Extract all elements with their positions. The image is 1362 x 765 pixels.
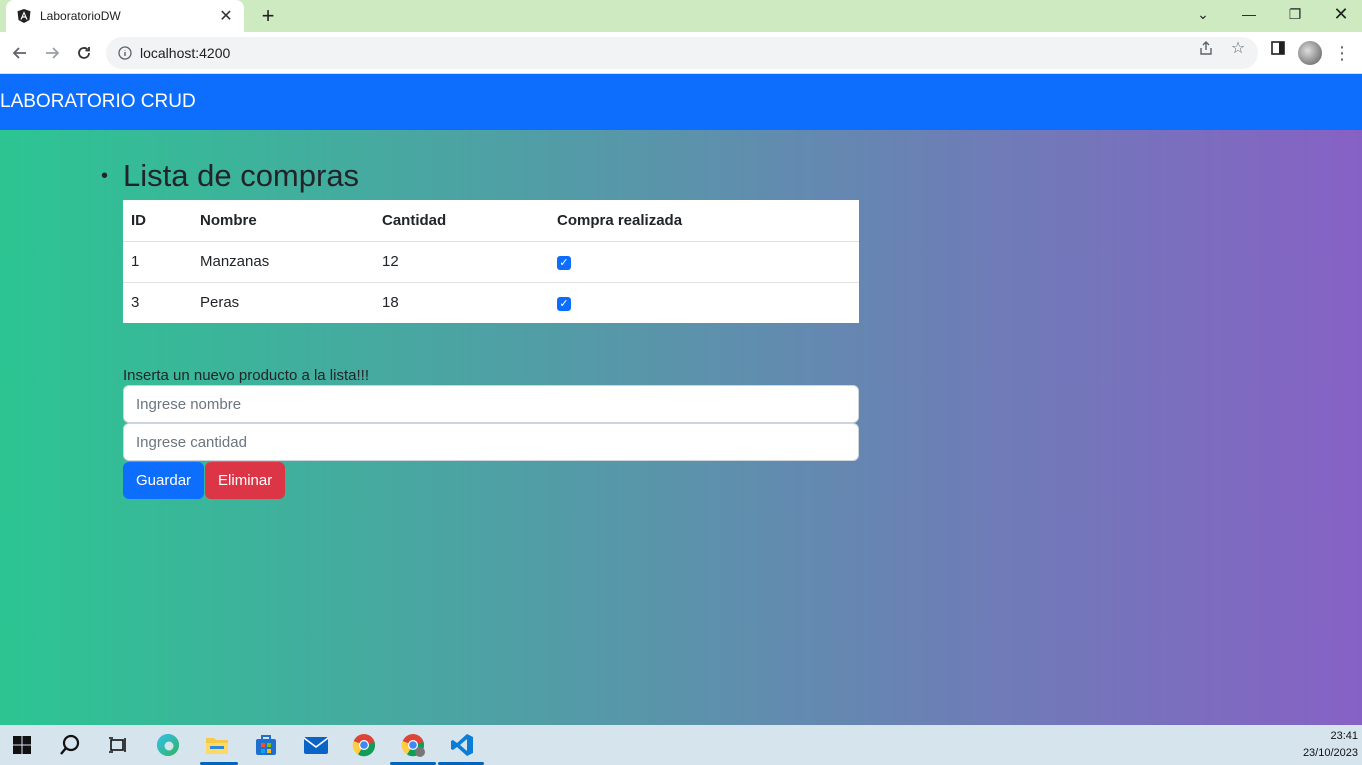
forward-arrow-icon[interactable] [38, 39, 66, 67]
bookmark-star-icon[interactable]: ☆ [1224, 39, 1252, 57]
system-clock[interactable]: 23:41 23/10/2023 [1303, 728, 1358, 762]
browser-tab[interactable]: LaboratorioDW ✕ [6, 0, 244, 32]
clock-date: 23/10/2023 [1302, 747, 1358, 759]
form-prompt: Inserta un nuevo producto a la lista!!! [123, 367, 369, 384]
nombre-input[interactable]: Ingrese nombre [123, 385, 859, 423]
info-icon[interactable] [118, 46, 132, 60]
cell-id: 3 [131, 294, 140, 312]
minimize-button[interactable]: — [1226, 0, 1272, 28]
cantidad-placeholder: Ingrese cantidad [136, 433, 247, 451]
clock-time: 23:41 [1330, 730, 1358, 742]
column-header-cantidad: Cantidad [374, 200, 549, 242]
side-panel-icon[interactable] [1264, 39, 1292, 57]
search-icon[interactable] [56, 731, 84, 759]
windows-start-icon[interactable] [8, 731, 36, 759]
chrome-icon[interactable] [350, 731, 378, 759]
file-explorer-icon[interactable] [203, 731, 231, 759]
chrome-profile-icon[interactable] [399, 731, 427, 759]
column-header-id: ID [123, 200, 192, 242]
mail-icon[interactable] [302, 731, 330, 759]
cell-nombre: Peras [200, 294, 240, 312]
menu-kebab-icon[interactable]: ⋮ [1332, 41, 1352, 65]
windows-taskbar: 23:41 23/10/2023 [0, 725, 1362, 765]
cantidad-input[interactable]: Ingrese cantidad [123, 423, 859, 461]
tab-title: LaboratorioDW [40, 9, 121, 23]
browser-toolbar: localhost:4200 ☆ ⋮ [0, 32, 1362, 74]
browser-tab-strip: LaboratorioDW ✕ + ⌄ — ❐ ✕ [0, 0, 1362, 32]
close-window-button[interactable]: ✕ [1318, 0, 1362, 28]
form-buttons: Guardar Eliminar [123, 462, 859, 499]
navbar-brand[interactable]: LABORATORIO CRUD [0, 91, 196, 113]
task-view-icon[interactable] [104, 731, 132, 759]
column-header-compra-realizada: Compra realizada [549, 200, 859, 242]
back-arrow-icon[interactable] [6, 39, 34, 67]
nombre-placeholder: Ingrese nombre [136, 395, 242, 413]
vscode-icon[interactable] [448, 731, 476, 759]
url-text: localhost:4200 [140, 45, 231, 61]
cell-compra-realizada: ✓ [549, 282, 859, 323]
restore-button[interactable]: ❐ [1272, 0, 1318, 28]
save-button[interactable]: Guardar [123, 462, 205, 499]
cell-cantidad: 12 [374, 241, 549, 283]
store-icon[interactable] [252, 731, 280, 759]
app-navbar: LABORATORIO CRUD [0, 74, 1362, 130]
edge-icon[interactable] [154, 731, 182, 759]
purchased-checkbox[interactable]: ✓ [557, 255, 571, 270]
shopping-list-table: ID Nombre Cantidad Compra realizada 1 Ma… [123, 200, 859, 323]
purchased-checkbox[interactable]: ✓ [557, 296, 571, 311]
cell-cantidad: 18 [382, 294, 399, 312]
page-title: Lista de compras [101, 158, 859, 194]
address-bar[interactable]: localhost:4200 [106, 37, 1258, 69]
share-icon[interactable] [1192, 39, 1220, 57]
page-viewport: LABORATORIO CRUD Lista de compras ID Nom… [0, 74, 1362, 725]
delete-button[interactable]: Eliminar [205, 462, 286, 499]
reload-icon[interactable] [70, 39, 98, 67]
table-row: 1 Manzanas 12 ✓ [123, 241, 859, 283]
cell-nombre: Manzanas [192, 241, 374, 283]
main-content: Lista de compras ID Nombre Cantidad Comp… [101, 158, 859, 499]
column-header-nombre: Nombre [192, 200, 374, 242]
cell-compra-realizada: ✓ [549, 241, 859, 283]
tab-search-icon[interactable]: ⌄ [1180, 0, 1226, 28]
angular-icon [17, 9, 31, 23]
table-header-row: ID Nombre Cantidad Compra realizada [123, 200, 859, 242]
cell-id: 1 [123, 241, 192, 283]
table-row: 3 Peras 18 ✓ [123, 282, 859, 323]
new-tab-button[interactable]: + [256, 3, 280, 28]
profile-avatar[interactable] [1298, 41, 1322, 65]
close-tab-icon[interactable]: ✕ [218, 8, 234, 25]
